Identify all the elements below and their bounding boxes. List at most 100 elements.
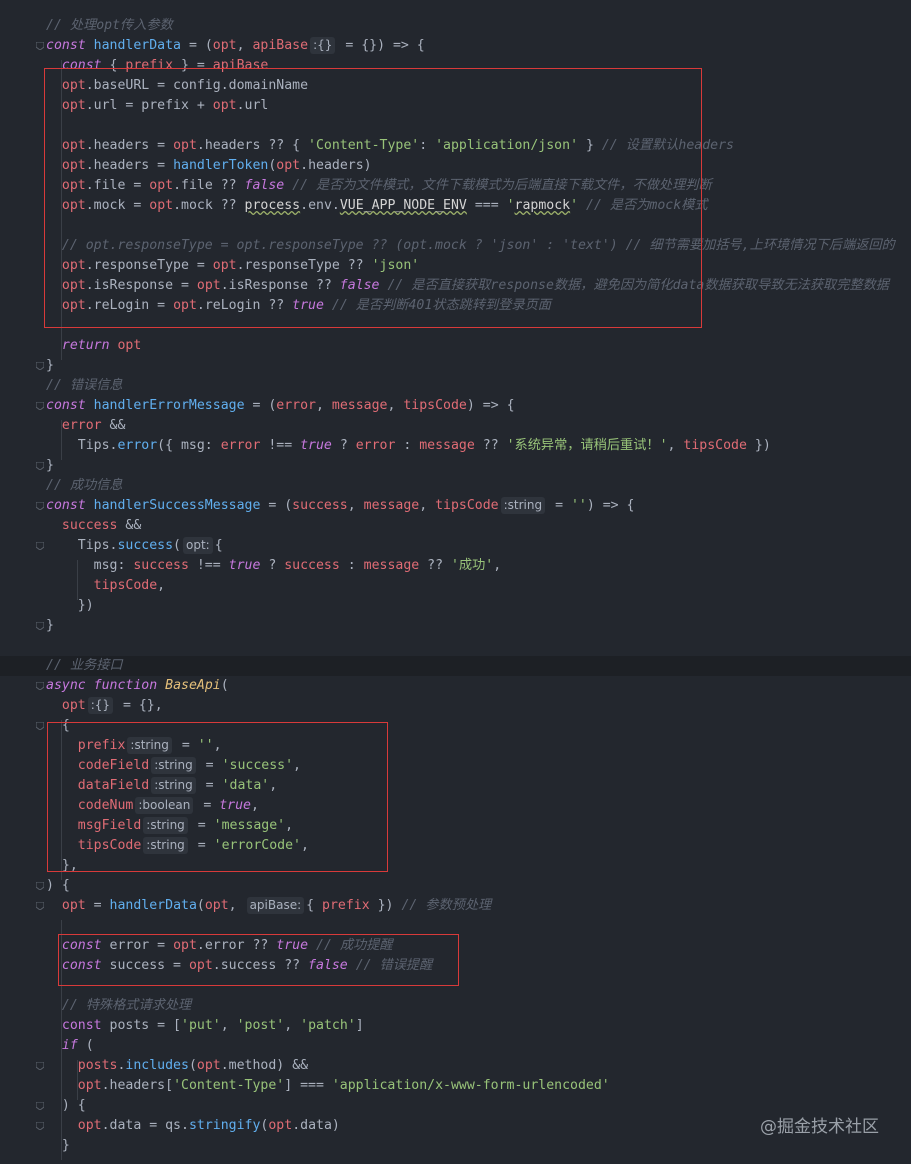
code-token: includes — [125, 1058, 189, 1073]
code-token: = ( — [244, 398, 277, 413]
code-token: const — [46, 398, 86, 413]
code-token: BaseApi — [165, 678, 221, 693]
code-line[interactable]: async function BaseApi( — [46, 676, 229, 696]
code-token: msg: — [46, 558, 134, 573]
fold-marker-icon[interactable] — [36, 902, 44, 910]
code-token: // 特殊格式请求处理 — [61, 998, 192, 1013]
code-token: } — [46, 618, 54, 633]
fold-marker-icon[interactable] — [36, 462, 44, 470]
code-token: error — [276, 398, 316, 413]
code-line[interactable]: posts.includes(opt.method) && — [46, 1056, 308, 1076]
highlight-box-destructured-params — [47, 722, 388, 872]
code-line[interactable]: } — [46, 456, 54, 476]
code-line[interactable]: opt.data = qs.stringify(opt.data) — [46, 1116, 340, 1136]
code-token: .data) — [292, 1118, 340, 1133]
code-line[interactable]: } — [46, 356, 54, 376]
watermark: @掘金技术社区 — [760, 1117, 879, 1137]
code-token: , — [236, 38, 253, 53]
code-token: if — [61, 1038, 78, 1053]
code-token: = ( — [260, 498, 293, 513]
code-token: '' — [570, 498, 587, 513]
fold-marker-icon[interactable] — [36, 42, 44, 50]
code-editor[interactable]: // 处理opt传入参数 const handlerData = (opt, ap… — [0, 0, 911, 1164]
code-token: error — [61, 418, 102, 433]
code-token: success — [61, 518, 118, 533]
code-line[interactable]: ) { — [46, 1096, 86, 1116]
code-line[interactable]: // 特殊格式请求处理 — [46, 996, 191, 1016]
code-line[interactable]: } — [46, 616, 54, 636]
code-line[interactable]: opt = handlerData(opt, apiBase:{ prefix … — [46, 896, 491, 916]
code-token: apiBase — [252, 38, 309, 53]
code-token: message — [363, 558, 420, 573]
code-line[interactable]: ) { — [46, 876, 70, 896]
code-line[interactable]: Tips.success(opt:{ — [46, 536, 223, 556]
code-line[interactable]: opt.headers['Content-Type'] === 'applica… — [46, 1076, 610, 1096]
code-token: } — [46, 458, 54, 473]
code-token: ) => { — [466, 398, 515, 413]
code-line[interactable]: const handlerSuccessMessage = (success, … — [46, 496, 634, 516]
code-line[interactable]: const posts = ['put', 'post', 'patch'] — [46, 1016, 364, 1036]
code-line[interactable]: const handlerData = (opt, apiBase:{} = {… — [46, 36, 425, 56]
code-line[interactable]: error && — [46, 416, 126, 436]
code-token: tipsCode — [683, 438, 747, 453]
code-token: error — [355, 438, 396, 453]
editor-gutter — [0, 0, 40, 1164]
code-token: ) => { — [586, 498, 635, 513]
fold-marker-icon[interactable] — [36, 542, 44, 550]
code-token: error — [220, 438, 261, 453]
code-token: , — [419, 498, 436, 513]
fold-marker-icon[interactable] — [36, 1102, 44, 1110]
code-token: ] — [355, 1018, 364, 1033]
code-token: opt — [117, 338, 142, 353]
code-line[interactable]: msg: success !== true ? success : messag… — [46, 556, 502, 576]
code-token: }) — [746, 438, 771, 453]
code-line[interactable]: // 成功信息 — [46, 476, 123, 496]
code-token: // 参数预处理 — [401, 898, 492, 913]
fold-marker-icon[interactable] — [36, 362, 44, 370]
fold-marker-icon[interactable] — [36, 682, 44, 690]
code-line[interactable]: if ( — [46, 1036, 94, 1056]
code-token: , — [667, 438, 684, 453]
fold-marker-icon[interactable] — [36, 1122, 44, 1130]
code-token: // 成功信息 — [46, 478, 123, 493]
code-line[interactable]: success && — [46, 516, 141, 536]
code-line[interactable]: }) — [46, 596, 94, 616]
fold-marker-icon[interactable] — [36, 722, 44, 730]
code-line[interactable]: // 错误信息 — [46, 376, 123, 396]
fold-marker-icon[interactable] — [36, 622, 44, 630]
code-line[interactable]: const handlerErrorMessage = (error, mess… — [46, 396, 515, 416]
code-token: 'patch' — [300, 1018, 356, 1033]
code-token: , — [157, 578, 166, 593]
code-token: ? — [331, 438, 356, 453]
code-token: , — [228, 898, 245, 913]
highlight-box-error-success — [58, 934, 459, 986]
code-token: // 处理opt传入参数 — [46, 18, 173, 33]
code-token: = {}) => { — [337, 38, 425, 53]
code-line[interactable]: opt:{} = {}, — [46, 696, 163, 716]
code-token: .method) && — [220, 1058, 309, 1073]
code-token: } — [46, 1138, 70, 1153]
fold-marker-icon[interactable] — [36, 502, 44, 510]
current-line-highlight — [0, 656, 911, 676]
code-line[interactable]: } — [46, 1136, 70, 1156]
fold-marker-icon[interactable] — [36, 882, 44, 890]
type-hint: apiBase: — [246, 897, 305, 914]
code-token: opt — [204, 898, 229, 913]
fold-marker-icon[interactable] — [36, 1062, 44, 1070]
code-token: opt — [61, 698, 86, 713]
code-token: = — [547, 498, 571, 513]
fold-marker-icon[interactable] — [36, 402, 44, 410]
code-line[interactable]: Tips.error({ msg: error !== true ? error… — [46, 436, 771, 456]
code-token: Tips. — [46, 438, 118, 453]
code-line[interactable]: // 处理opt传入参数 — [46, 16, 173, 36]
code-line[interactable]: tipsCode, — [46, 576, 165, 596]
code-token: posts = [ — [101, 1018, 181, 1033]
code-line[interactable]: // 业务接口 — [46, 656, 123, 676]
code-token: ?? — [419, 558, 451, 573]
